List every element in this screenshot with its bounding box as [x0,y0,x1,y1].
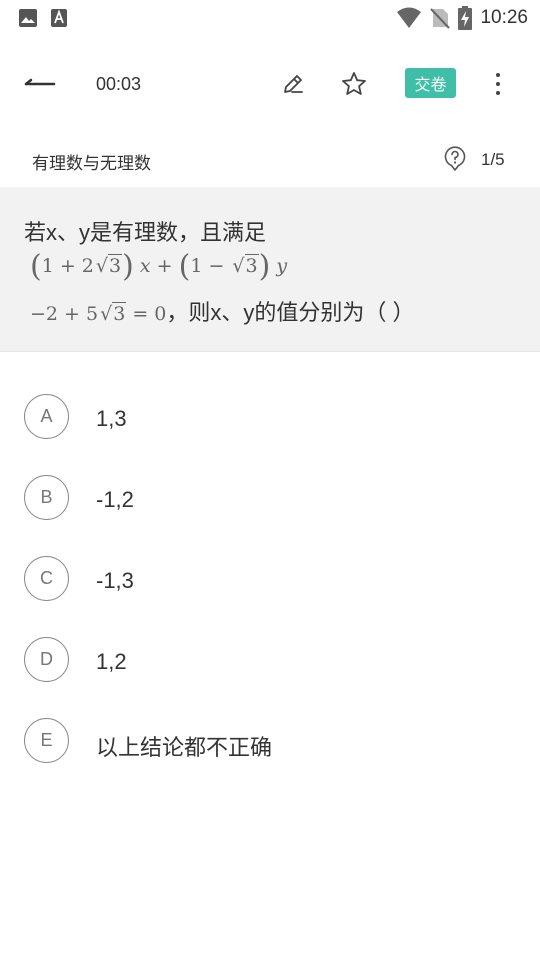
back-button[interactable] [24,70,60,98]
question-formula-2: −2 + 5 √3 = 0，则x、y的值分别为（ ） [30,300,415,325]
option-letter: E [24,718,69,763]
more-vertical-icon [496,73,500,95]
status-time: 10:26 [480,7,528,28]
wifi-icon [397,7,422,28]
option-text: 1,3 [96,406,127,431]
question-text-end: ，则x、y的值分别为（ ） [166,300,415,325]
font-app-icon [51,9,67,27]
option-c[interactable]: C -1,3 [0,514,540,601]
question-formula-1: (1 + 2 √3) x + (1 − √3) y [30,249,288,284]
timer: 00:03 [96,74,142,94]
scratchpad-button[interactable] [277,68,309,100]
question-text: 若x、y是有理数，且满足 [24,220,267,245]
option-a[interactable]: A 1,3 [0,352,540,439]
star-icon [342,72,366,95]
option-b[interactable]: B -1,2 [0,433,540,520]
favorite-button[interactable] [338,68,370,100]
toolbar: 00:03 交卷 [0,36,540,132]
image-icon [19,9,37,27]
question-panel: 若x、y是有理数，且满足 (1 + 2 √3) x + (1 − √3) y −2… [0,187,540,352]
status-bar: 10:26 [0,0,540,36]
topic-title: 有理数与无理数 [32,154,151,173]
status-left-icons [18,8,68,28]
more-button[interactable] [482,68,514,100]
option-d[interactable]: D 1,2 [0,595,540,682]
option-text: 1,2 [96,649,127,674]
option-e[interactable]: E 以上结论都不正确 [0,676,540,763]
topic-row: 有理数与无理数 1/5 [0,132,540,186]
no-sim-icon [430,8,451,29]
back-arrow-icon [24,78,56,86]
question-counter: 1/5 [481,150,505,169]
help-button[interactable] [443,146,467,171]
option-text: -1,2 [96,487,134,512]
option-text: -1,3 [96,568,134,593]
submit-exam-button[interactable]: 交卷 [405,68,456,98]
battery-charging-icon [458,6,473,30]
help-icon [444,146,466,171]
pencil-icon [284,75,303,93]
option-text: 以上结论都不正确 [96,735,273,760]
status-right: 10:26 [396,6,528,30]
